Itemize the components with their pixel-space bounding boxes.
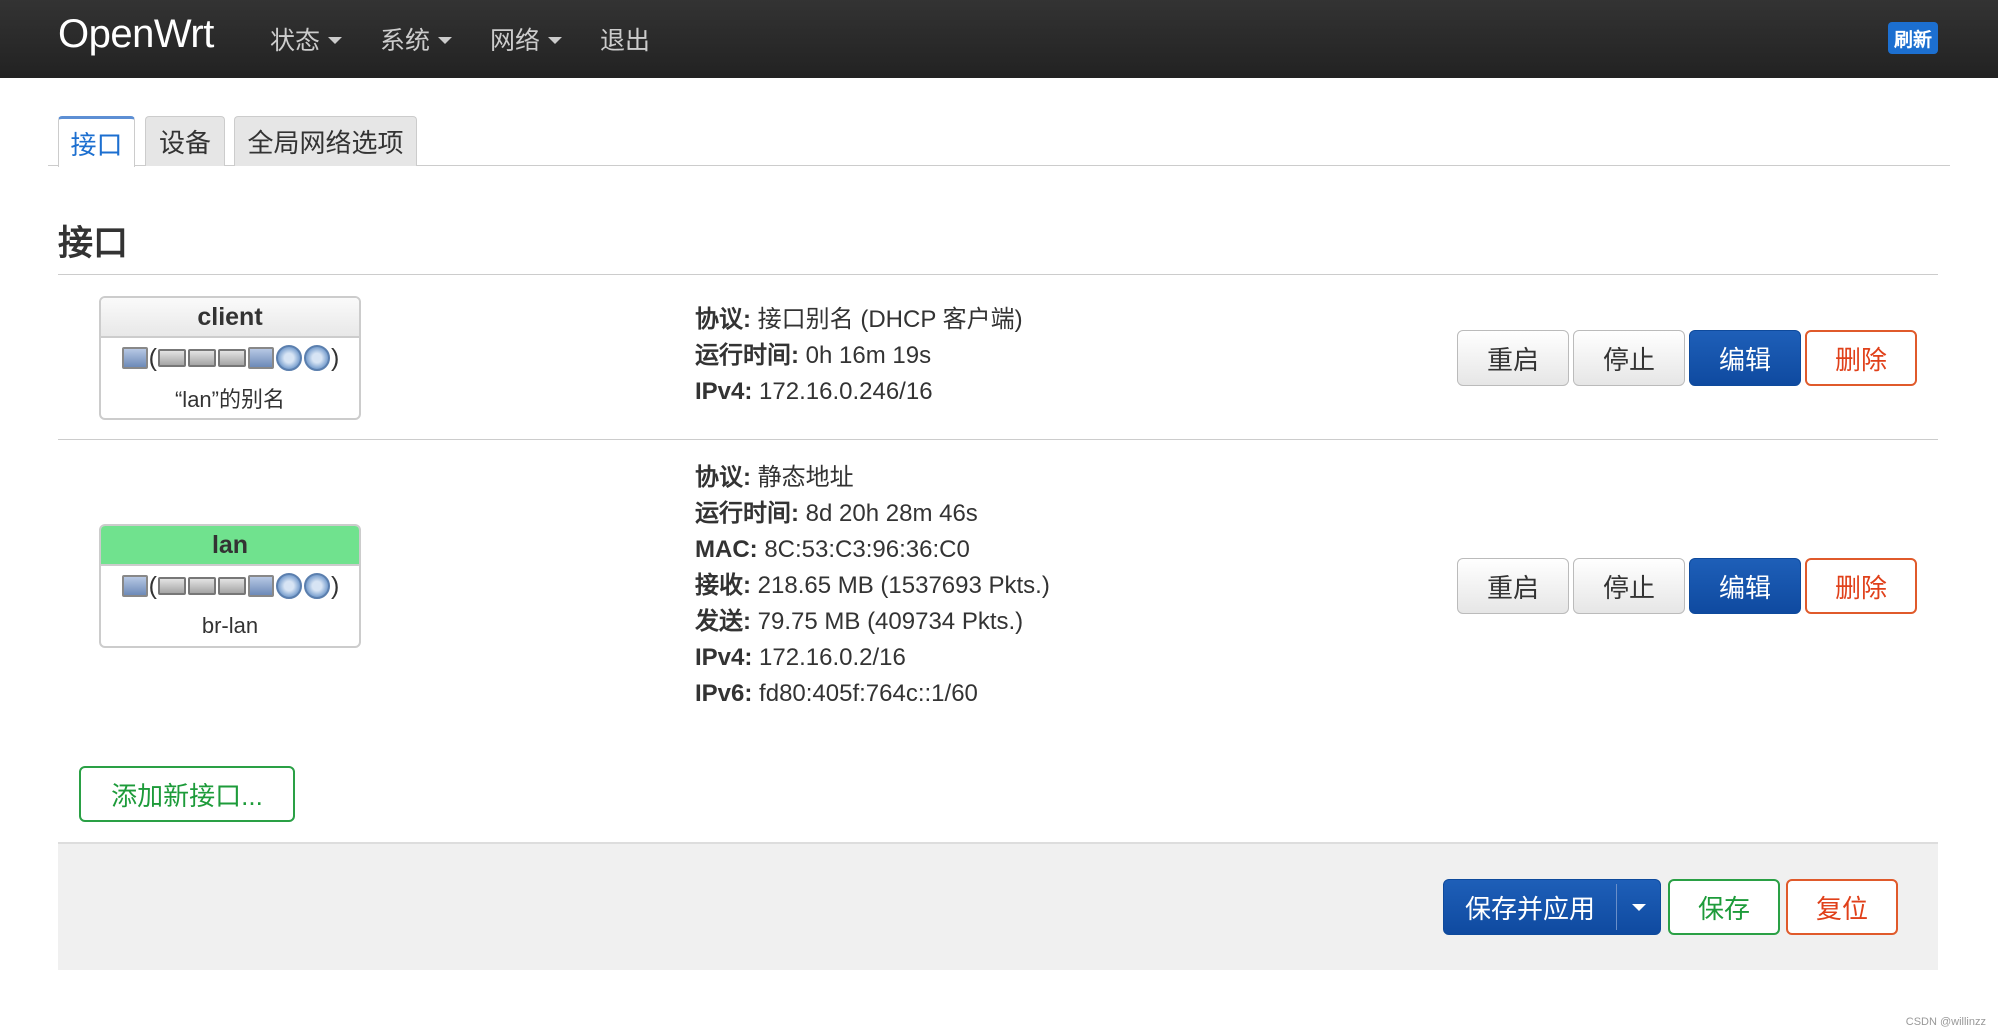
- menu-network-label: 网络: [490, 27, 541, 55]
- info-row: 协议: 静态地址: [695, 460, 1050, 496]
- interface-subtitle: “lan”的别名: [174, 387, 285, 412]
- wireless-icon: [304, 573, 330, 599]
- interface-name: lan: [101, 526, 359, 566]
- info-value: fd80:405f:764c::1/60: [759, 680, 978, 707]
- pc-icon: [121, 347, 148, 369]
- refresh-button[interactable]: 刷新: [1888, 22, 1938, 54]
- info-label: 协议:: [695, 306, 751, 333]
- paren-close: ): [331, 571, 340, 600]
- stop-button[interactable]: 停止: [1573, 330, 1685, 386]
- switch-icon: [188, 349, 216, 367]
- watermark: CSDN @willinzz: [1905, 1016, 1986, 1028]
- switch-icon: [218, 577, 246, 595]
- info-value: 8C:53:C3:96:36:C0: [764, 536, 970, 563]
- info-label: 协议:: [695, 464, 751, 491]
- tab-devices[interactable]: 设备: [145, 116, 225, 166]
- info-row: IPv4: 172.16.0.246/16: [695, 374, 1023, 410]
- info-row: 运行时间: 0h 16m 19s: [695, 338, 1023, 374]
- chevron-down-icon: [548, 37, 563, 44]
- info-label: IPv4:: [695, 644, 753, 671]
- save-button[interactable]: 保存: [1668, 879, 1780, 935]
- interface-name: client: [101, 298, 359, 338]
- info-row: MAC: 8C:53:C3:96:36:C0: [695, 532, 1050, 568]
- chevron-down-icon: [1632, 903, 1646, 911]
- pc-icon: [121, 575, 148, 597]
- chevron-down-icon: [438, 37, 453, 44]
- reset-button[interactable]: 复位: [1786, 879, 1898, 935]
- info-value: 接口别名 (DHCP 客户端): [757, 306, 1023, 333]
- info-value: 静态地址: [757, 464, 854, 491]
- delete-button[interactable]: 删除: [1805, 558, 1917, 614]
- info-label: 发送:: [695, 608, 751, 635]
- menu-status[interactable]: 状态: [270, 21, 343, 57]
- menu-status-label: 状态: [270, 27, 321, 55]
- interface-devices: ( ): [101, 338, 359, 378]
- switch-icon: [158, 349, 186, 367]
- interface-info-lan: 协议: 静态地址 运行时间: 8d 20h 28m 46s MAC: 8C:53…: [695, 460, 1050, 712]
- interface-devices: ( ): [101, 566, 359, 606]
- page-title: 接口: [58, 224, 129, 263]
- top-navbar: OpenWrt 状态 系统 网络 退出 刷新: [0, 0, 1998, 78]
- info-value: 172.16.0.246/16: [759, 378, 933, 405]
- interface-badge-lan: lan ( ) br-lan: [99, 524, 361, 648]
- info-row: IPv6: fd80:405f:764c::1/60: [695, 676, 1050, 712]
- info-label: 接收:: [695, 572, 751, 599]
- info-row: 发送: 79.75 MB (409734 Pkts.): [695, 604, 1050, 640]
- brand-logo[interactable]: OpenWrt: [58, 12, 214, 57]
- info-value: 8d 20h 28m 46s: [805, 500, 978, 527]
- tab-bar: 接口 设备 全局网络选项: [48, 116, 1950, 167]
- chevron-down-icon: [328, 37, 343, 44]
- save-apply-button[interactable]: 保存并应用: [1444, 880, 1616, 934]
- divider: [58, 439, 1938, 440]
- wireless-icon: [304, 345, 330, 371]
- menu-logout-label: 退出: [600, 27, 651, 55]
- wireless-icon: [276, 573, 302, 599]
- interface-subtitle: br-lan: [201, 613, 259, 638]
- edit-button[interactable]: 编辑: [1689, 558, 1801, 614]
- info-value: 218.65 MB (1537693 Pkts.): [757, 572, 1050, 599]
- switch-icon: [188, 577, 216, 595]
- info-value: 79.75 MB (409734 Pkts.): [757, 608, 1024, 635]
- menu-system-label: 系统: [380, 27, 431, 55]
- interface-info-client: 协议: 接口别名 (DHCP 客户端) 运行时间: 0h 16m 19s IPv…: [695, 302, 1023, 410]
- tab-global-options[interactable]: 全局网络选项: [234, 116, 417, 166]
- info-row: IPv4: 172.16.0.2/16: [695, 640, 1050, 676]
- switch-icon: [218, 349, 246, 367]
- switch-icon: [158, 577, 186, 595]
- delete-button[interactable]: 删除: [1805, 330, 1917, 386]
- menu-system[interactable]: 系统: [380, 21, 453, 57]
- stop-button[interactable]: 停止: [1573, 558, 1685, 614]
- restart-button[interactable]: 重启: [1457, 558, 1569, 614]
- info-label: IPv6:: [695, 680, 753, 707]
- pc-icon: [248, 347, 274, 369]
- main-menu: 状态 系统 网络 退出: [270, 0, 688, 78]
- info-row: 接收: 218.65 MB (1537693 Pkts.): [695, 568, 1050, 604]
- paren-open: (: [148, 343, 157, 372]
- divider: [58, 274, 1938, 275]
- pc-icon: [248, 575, 274, 597]
- paren-open: (: [148, 571, 157, 600]
- split-divider: [1616, 884, 1617, 930]
- info-label: IPv4:: [695, 378, 753, 405]
- add-interface-button[interactable]: 添加新接口...: [79, 766, 295, 822]
- restart-button[interactable]: 重启: [1457, 330, 1569, 386]
- action-footer: 保存并应用 保存 复位: [58, 842, 1938, 970]
- edit-button[interactable]: 编辑: [1689, 330, 1801, 386]
- info-label: 运行时间:: [695, 342, 799, 369]
- menu-logout[interactable]: 退出: [600, 21, 650, 57]
- info-value: 172.16.0.2/16: [759, 644, 906, 671]
- menu-network[interactable]: 网络: [490, 21, 563, 57]
- info-row: 运行时间: 8d 20h 28m 46s: [695, 496, 1050, 532]
- tab-interfaces[interactable]: 接口: [58, 116, 135, 167]
- interface-badge-client: client ( ) “lan”的别名: [99, 296, 361, 420]
- info-value: 0h 16m 19s: [805, 342, 932, 369]
- info-label: 运行时间:: [695, 500, 799, 527]
- info-row: 协议: 接口别名 (DHCP 客户端): [695, 302, 1023, 338]
- paren-close: ): [331, 343, 340, 372]
- save-apply-dropdown-toggle[interactable]: [1618, 880, 1660, 934]
- info-label: MAC:: [695, 536, 758, 563]
- save-apply-split-button: 保存并应用: [1443, 879, 1661, 935]
- wireless-icon: [276, 345, 302, 371]
